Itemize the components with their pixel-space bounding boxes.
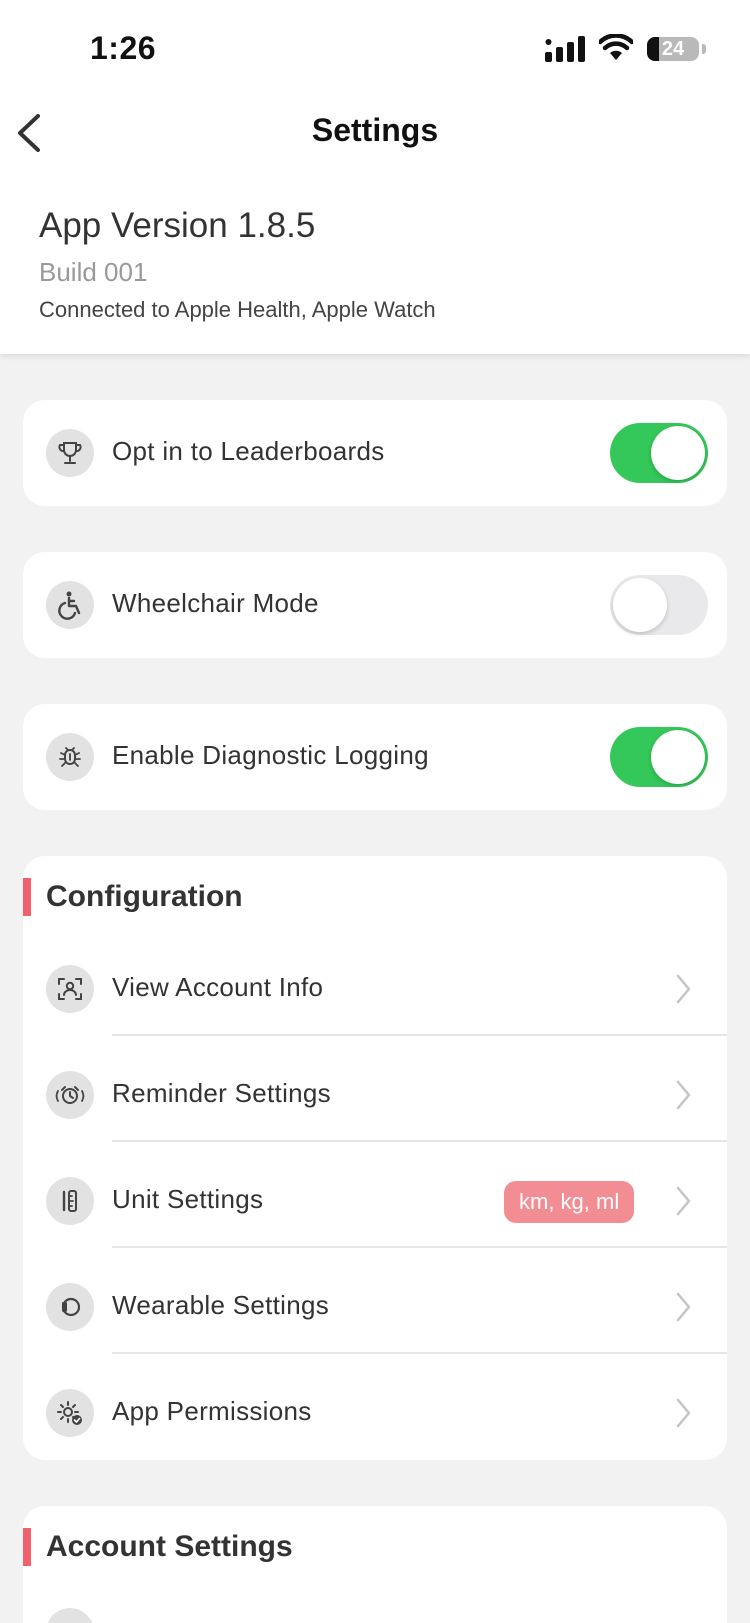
wheelchair-label: Wheelchair Mode — [112, 588, 319, 618]
diagnostic-toggle[interactable] — [610, 727, 708, 787]
account-settings-title: Account Settings — [46, 1530, 293, 1563]
ruler-icon — [46, 1177, 94, 1225]
diagnostic-card: Enable Diagnostic Logging — [23, 704, 727, 810]
reminder-settings-row[interactable]: Reminder Settings — [23, 1042, 727, 1148]
battery-icon: 24 — [647, 37, 699, 61]
toggle-knob — [613, 578, 667, 632]
chevron-right-icon — [676, 974, 691, 1004]
app-version: App Version 1.8.5 — [39, 206, 316, 245]
wifi-icon — [599, 34, 633, 60]
wheelchair-icon — [46, 581, 94, 629]
toggle-knob — [651, 730, 705, 784]
app-permissions-row[interactable]: App Permissions — [23, 1360, 727, 1466]
reminder-settings-label: Reminder Settings — [112, 1078, 331, 1108]
wheelchair-row[interactable]: Wheelchair Mode — [23, 552, 727, 658]
app-permissions-label: App Permissions — [112, 1396, 312, 1426]
watch-icon — [46, 1283, 94, 1331]
alarm-icon — [46, 1071, 94, 1119]
wearable-settings-row[interactable]: Wearable Settings — [23, 1254, 727, 1360]
chevron-right-icon — [676, 1080, 691, 1110]
trophy-icon — [46, 429, 94, 477]
configuration-title: Configuration — [46, 880, 243, 913]
account-scan-icon — [46, 965, 94, 1013]
divider — [112, 1352, 727, 1354]
diagnostic-row[interactable]: Enable Diagnostic Logging — [23, 704, 727, 810]
settings-check-icon — [46, 1389, 94, 1437]
wearable-settings-label: Wearable Settings — [112, 1290, 330, 1320]
configuration-card: Configuration View Account Info Reminder… — [23, 856, 727, 1460]
battery-percent: 24 — [661, 38, 685, 60]
bug-icon — [46, 733, 94, 781]
status-icons: 24 — [545, 34, 715, 64]
divider — [112, 1140, 727, 1142]
page-title: Settings — [311, 112, 439, 148]
header-area: 1:26 24 Settings App Version 1.8.5 Build… — [0, 0, 750, 354]
section-accent-bar — [23, 878, 31, 916]
account-settings-card: Account Settings — [23, 1506, 727, 1623]
diagnostic-label: Enable Diagnostic Logging — [112, 740, 429, 770]
divider — [112, 1034, 727, 1036]
wheelchair-toggle[interactable] — [610, 575, 708, 635]
unit-settings-row[interactable]: Unit Settings km, kg, ml — [23, 1148, 727, 1254]
toggle-knob — [651, 426, 705, 480]
view-account-info-row[interactable]: View Account Info — [23, 936, 727, 1042]
leaderboards-label: Opt in to Leaderboards — [112, 436, 385, 466]
wheelchair-card: Wheelchair Mode — [23, 552, 727, 658]
signal-icon — [545, 36, 585, 62]
connected-services: Connected to Apple Health, Apple Watch — [39, 297, 436, 322]
unit-settings-label: Unit Settings — [112, 1184, 264, 1214]
chevron-right-icon — [676, 1292, 691, 1322]
chevron-right-icon — [676, 1186, 691, 1216]
view-account-info-label: View Account Info — [112, 972, 324, 1002]
unit-badge: km, kg, ml — [504, 1181, 635, 1223]
battery-tip — [702, 44, 706, 54]
status-time: 1:26 — [90, 30, 157, 66]
build-number: Build 001 — [39, 257, 148, 287]
chevron-right-icon — [676, 1398, 691, 1428]
leaderboards-row[interactable]: Opt in to Leaderboards — [23, 400, 727, 506]
account-item-icon — [46, 1608, 94, 1623]
divider — [112, 1246, 727, 1248]
leaderboards-toggle[interactable] — [610, 423, 708, 483]
section-accent-bar — [23, 1528, 31, 1566]
leaderboards-card: Opt in to Leaderboards — [23, 400, 727, 506]
